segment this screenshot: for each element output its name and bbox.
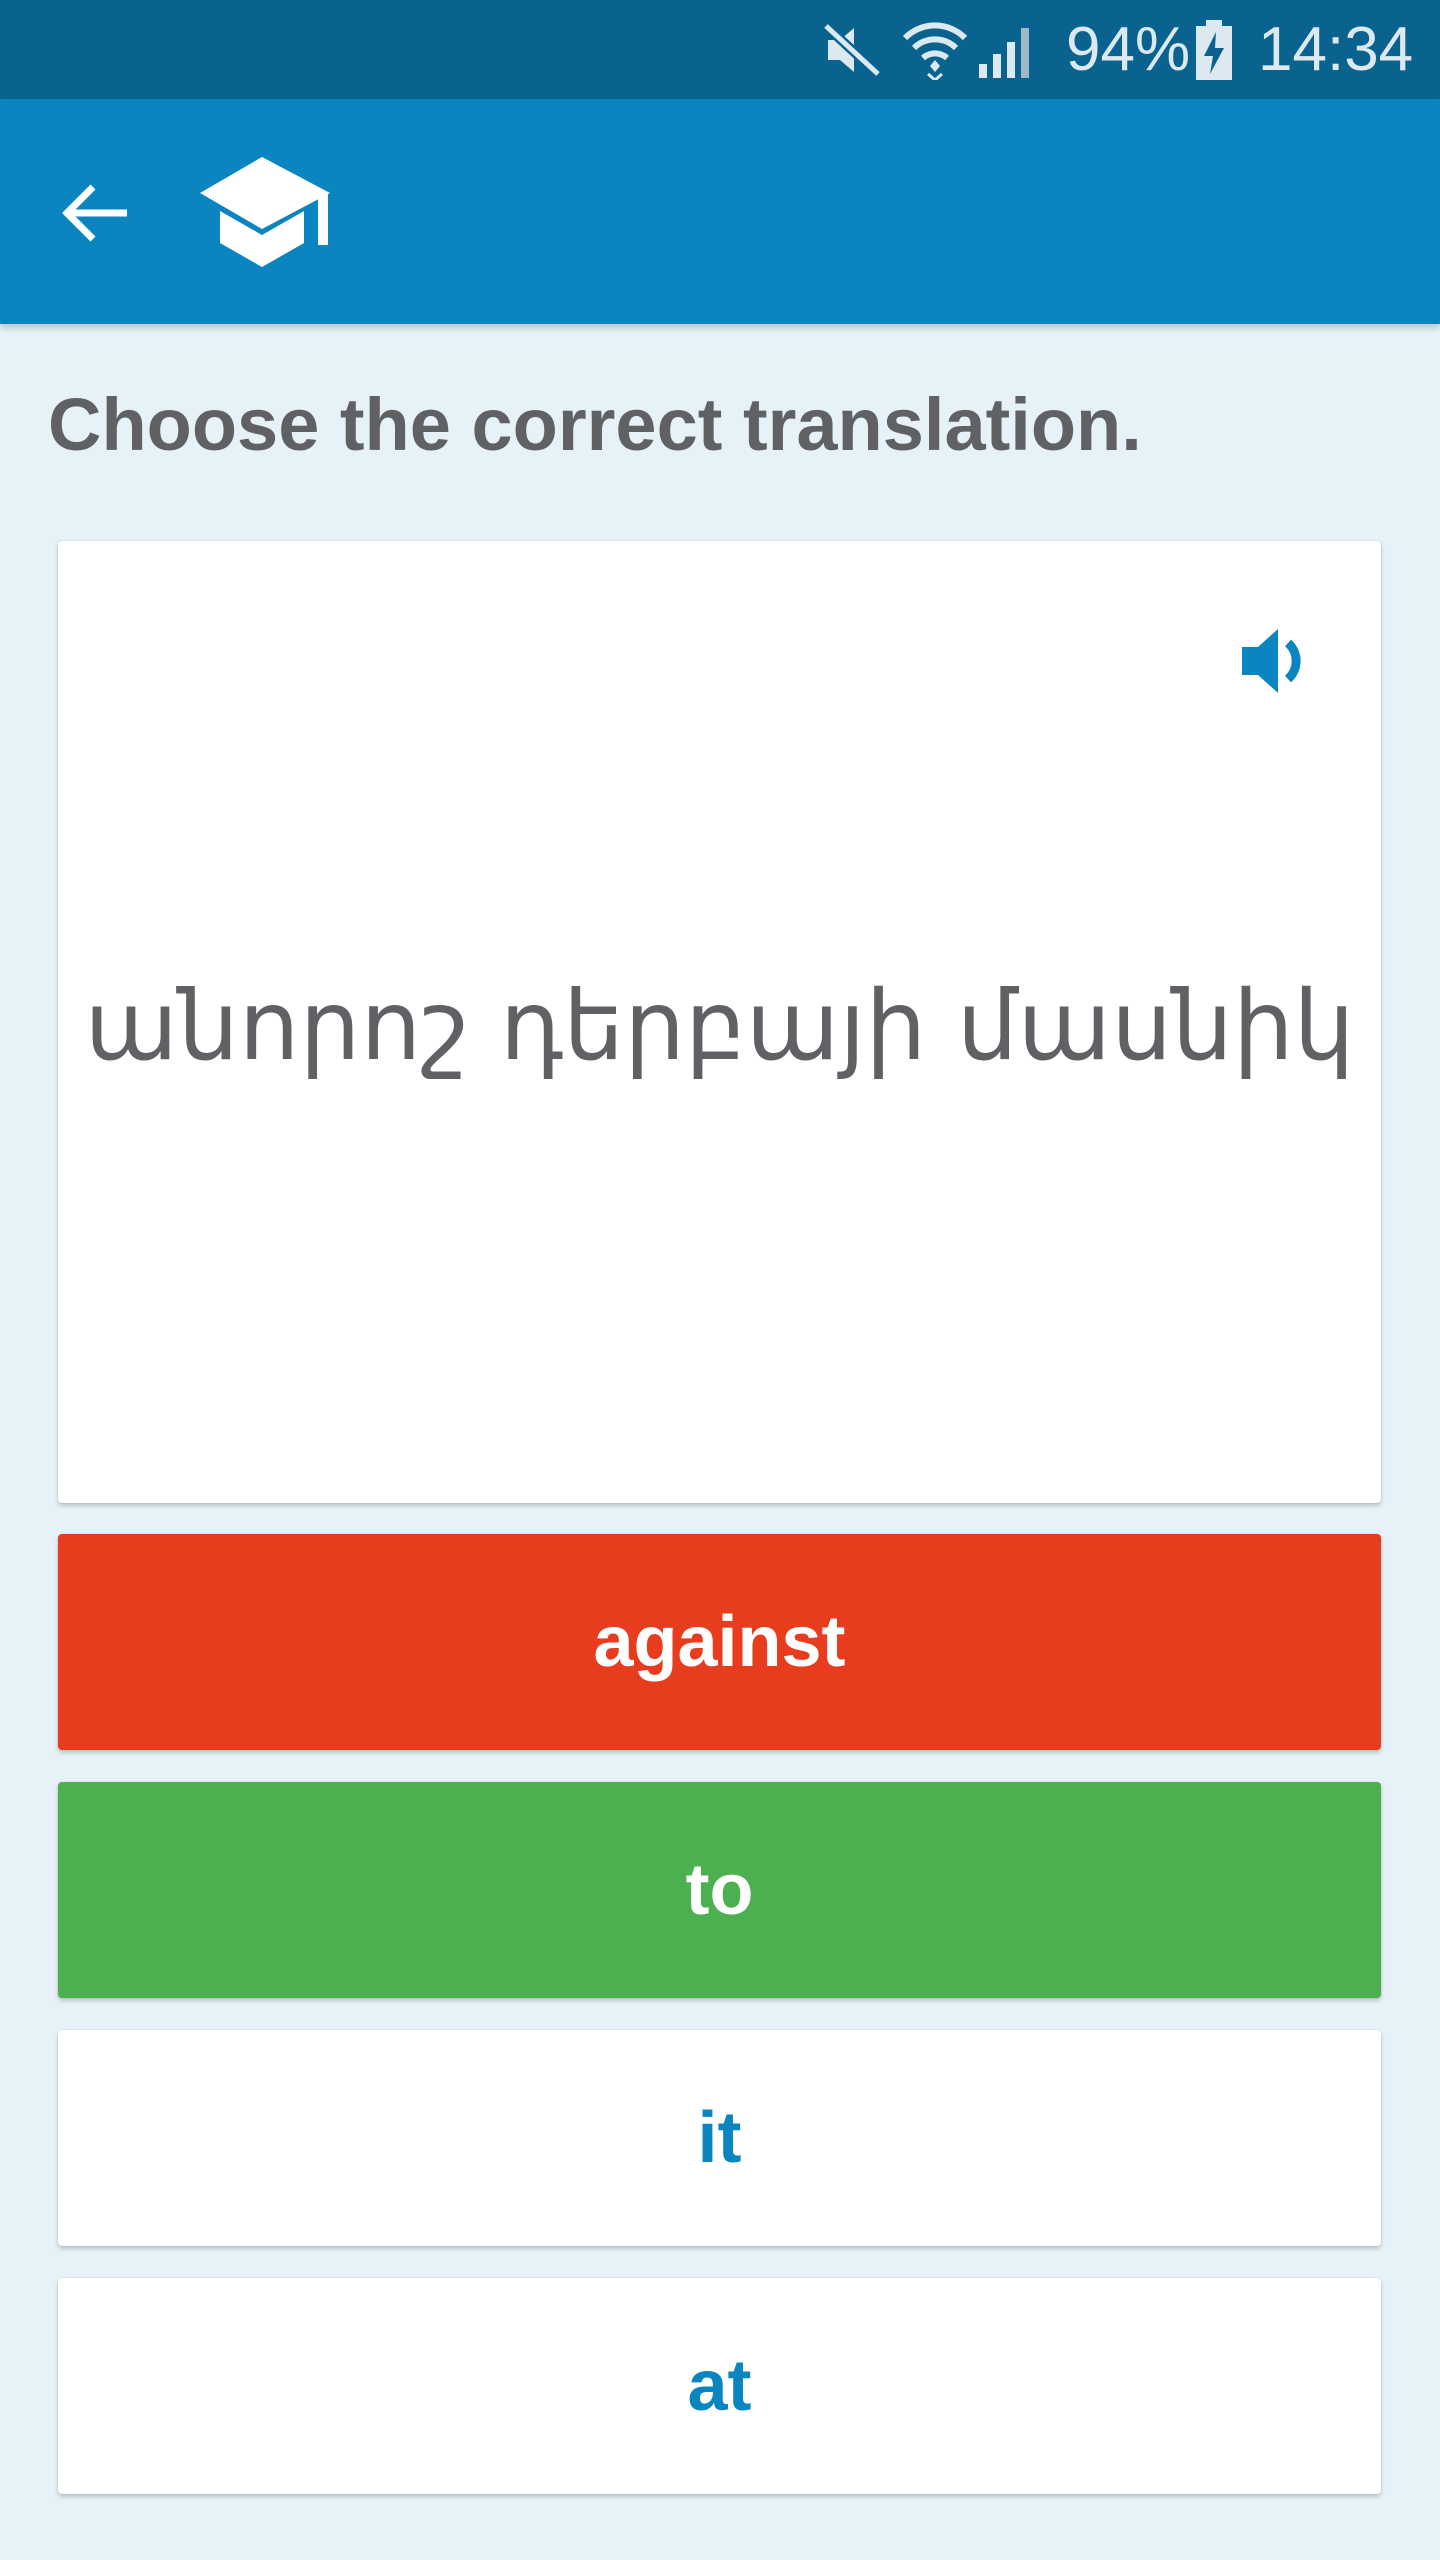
battery-charging-icon	[1196, 20, 1232, 80]
instruction-text: Choose the correct translation.	[48, 383, 1142, 466]
wifi-icon	[902, 22, 968, 80]
clock: 14:34	[1258, 15, 1414, 84]
signal-icon	[979, 28, 1029, 78]
option-label: it	[697, 2098, 742, 2178]
option-it[interactable]: it	[58, 2030, 1381, 2246]
option-label: to	[685, 1850, 754, 1930]
speaker-icon	[1242, 629, 1301, 693]
status-bar: 94% 14:34	[0, 0, 1440, 99]
back-button[interactable]	[48, 165, 144, 261]
option-to[interactable]: to	[58, 1782, 1381, 1998]
prompt-card: անորոշ դերբայի մասնիկ	[58, 541, 1381, 1503]
option-against[interactable]: against	[58, 1534, 1381, 1750]
app-bar	[0, 99, 1440, 324]
battery-percent: 94%	[1066, 15, 1191, 84]
play-audio-button[interactable]	[1226, 611, 1326, 711]
back-arrow-icon	[62, 184, 127, 242]
prompt-word: անորոշ դերբայի մասնիկ	[84, 970, 1355, 1082]
option-label: at	[687, 2346, 752, 2426]
option-label: against	[593, 1602, 846, 1682]
graduation-cap-icon	[200, 157, 330, 267]
option-at[interactable]: at	[58, 2278, 1381, 2494]
mute-icon	[822, 22, 882, 78]
